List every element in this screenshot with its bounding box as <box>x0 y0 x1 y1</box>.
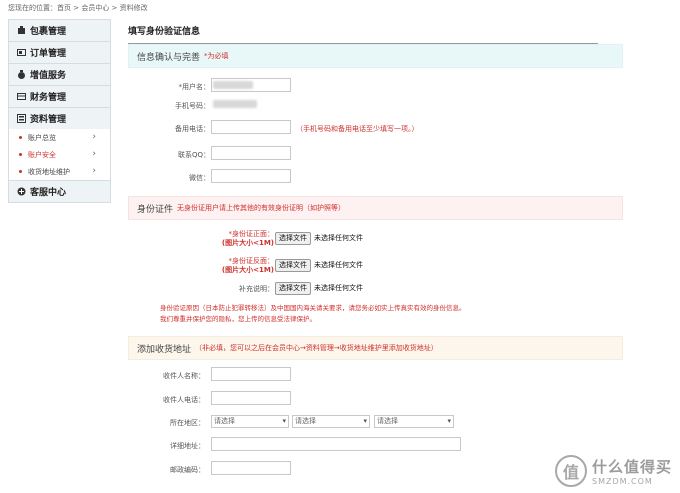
extra-doc-choose-file-button[interactable]: 选择文件 <box>275 282 311 295</box>
backup-phone-hint: （手机号码和备用电话至少填写一项。） <box>296 125 419 133</box>
backup-phone-field[interactable] <box>211 120 291 134</box>
redacted-phone <box>213 100 257 108</box>
bullet-icon <box>19 153 22 156</box>
sidebar-item-package[interactable]: 包裹管理 <box>8 19 111 41</box>
sidebar-item-profile[interactable]: 资料管理 <box>8 107 111 129</box>
district-select-value: 请选择 <box>377 417 398 425</box>
id-front-choose-file-button[interactable]: 选择文件 <box>275 232 311 245</box>
sidebar-subitem-label: 账户安全 <box>28 150 56 159</box>
sidebar-item-label: 客服中心 <box>30 188 67 198</box>
watermark-brand-en: SMZDM.COM <box>591 477 653 486</box>
watermark: 值 什么值得买 SMZDM.COM <box>554 455 672 487</box>
id-back-size-note: (图片大小<1M) <box>221 266 274 274</box>
recipient-phone-field[interactable] <box>211 391 291 405</box>
phone-label: 手机号码： <box>175 102 210 110</box>
plus-circle-icon <box>17 187 26 196</box>
chevron-down-icon: ▾ <box>447 417 451 425</box>
address-note: （非必填，您可以之后在会员中心→资料管理→收货地址维护里添加收货地址） <box>195 344 438 352</box>
chevron-down-icon: ▾ <box>363 417 367 425</box>
wechat-field[interactable] <box>211 169 291 183</box>
chevron-right-icon: › <box>92 149 96 159</box>
id-warning-line2: 我们尊重并保护您的隐私，您上传的信息受法律保护。 <box>160 315 316 323</box>
order-icon <box>17 48 26 57</box>
city-select[interactable]: 请选择 ▾ <box>292 415 370 428</box>
backup-phone-label: 备用电话： <box>175 125 210 133</box>
extra-doc-label: 补充说明： <box>239 285 274 293</box>
section-title: 身份证件 <box>137 204 174 215</box>
id-back-choose-file-button[interactable]: 选择文件 <box>275 259 311 272</box>
required-note: *为必填 <box>204 52 229 60</box>
section-address-header: 添加收货地址 （非必填，您可以之后在会员中心→资料管理→收货地址维护里添加收货地… <box>128 336 623 360</box>
recipient-name-field[interactable] <box>211 367 291 381</box>
sidebar-item-orders[interactable]: 订单管理 <box>8 41 111 63</box>
id-front-file-status: 未选择任何文件 <box>314 234 363 242</box>
extra-doc-file-status: 未选择任何文件 <box>314 284 363 292</box>
bullet-icon <box>19 170 22 173</box>
sidebar-item-label: 包裹管理 <box>30 27 67 37</box>
section-title: 添加收货地址 <box>137 344 192 355</box>
region-label: 所在地区： <box>170 419 205 427</box>
sidebar: 包裹管理 订单管理 增值服务 财务管理 资料管理 账户总览 › 账户安全 › 收… <box>8 19 111 203</box>
chevron-right-icon: › <box>92 132 96 142</box>
sidebar-subitem-label: 收货地址维护 <box>28 167 70 176</box>
sidebar-item-services[interactable]: 增值服务 <box>8 63 111 85</box>
section-id-header: 身份证件 无身份证用户请上传其他的有效身份证明（如护照等） <box>128 196 623 220</box>
username-label: *用户名： <box>178 83 211 91</box>
province-select-value: 请选择 <box>214 417 235 425</box>
recipient-phone-label: 收件人电话： <box>163 396 205 404</box>
sidebar-item-label: 增值服务 <box>30 71 67 81</box>
sidebar-subitem-overview[interactable]: 账户总览 › <box>8 129 111 146</box>
package-icon <box>17 26 26 35</box>
smzdm-logo-icon: 值 <box>554 455 587 487</box>
sidebar-subitem-label: 账户总览 <box>28 133 56 142</box>
id-front-size-note: (图片大小<1M) <box>221 239 274 247</box>
sidebar-item-label: 财务管理 <box>30 93 67 103</box>
detail-address-field[interactable] <box>211 437 461 451</box>
id-note: 无身份证用户请上传其他的有效身份证明（如护照等） <box>177 204 346 212</box>
profile-icon <box>17 114 26 123</box>
id-back-file-status: 未选择任何文件 <box>314 261 363 269</box>
chevron-down-icon: ▾ <box>282 417 286 425</box>
zip-label: 邮政编码： <box>170 466 205 474</box>
main-content: 填写身份验证信息 <box>128 24 623 44</box>
recipient-name-label: 收件人名称： <box>163 372 205 380</box>
section-title: 信息确认与完善 <box>137 52 201 63</box>
redacted-username <box>213 81 253 89</box>
section-info-header: 信息确认与完善 *为必填 <box>128 44 623 68</box>
page-title: 填写身份验证信息 <box>128 24 598 44</box>
qq-field[interactable] <box>211 146 291 160</box>
sidebar-item-label: 订单管理 <box>30 49 67 59</box>
sidebar-item-finance[interactable]: 财务管理 <box>8 85 111 107</box>
sidebar-item-label: 资料管理 <box>30 115 67 125</box>
qq-label: 联系QQ： <box>177 151 210 159</box>
breadcrumb: 您现在的位置：首页 > 会员中心 > 资料修改 <box>8 4 148 12</box>
sidebar-item-support[interactable]: 客服中心 <box>8 180 111 203</box>
province-select[interactable]: 请选择 ▾ <box>211 415 289 428</box>
city-select-value: 请选择 <box>295 417 316 425</box>
sidebar-subitem-security[interactable]: 账户安全 › <box>8 146 111 163</box>
district-select[interactable]: 请选择 ▾ <box>374 415 454 428</box>
chevron-right-icon: › <box>92 166 96 176</box>
finance-icon <box>17 92 26 101</box>
watermark-brand-cn: 什么值得买 <box>591 458 672 476</box>
detail-address-label: 详细地址： <box>170 442 205 450</box>
id-warning-line1: 身份验证原因（日本防止犯罪转移法）及中国国内海关请关要求，请您务必如实上传真实有… <box>160 304 466 312</box>
money-bag-icon <box>17 70 26 79</box>
wechat-label: 微信： <box>189 174 210 182</box>
bullet-icon <box>19 136 22 139</box>
zip-field[interactable] <box>211 461 291 475</box>
sidebar-subitem-address[interactable]: 收货地址维护 › <box>8 163 111 180</box>
